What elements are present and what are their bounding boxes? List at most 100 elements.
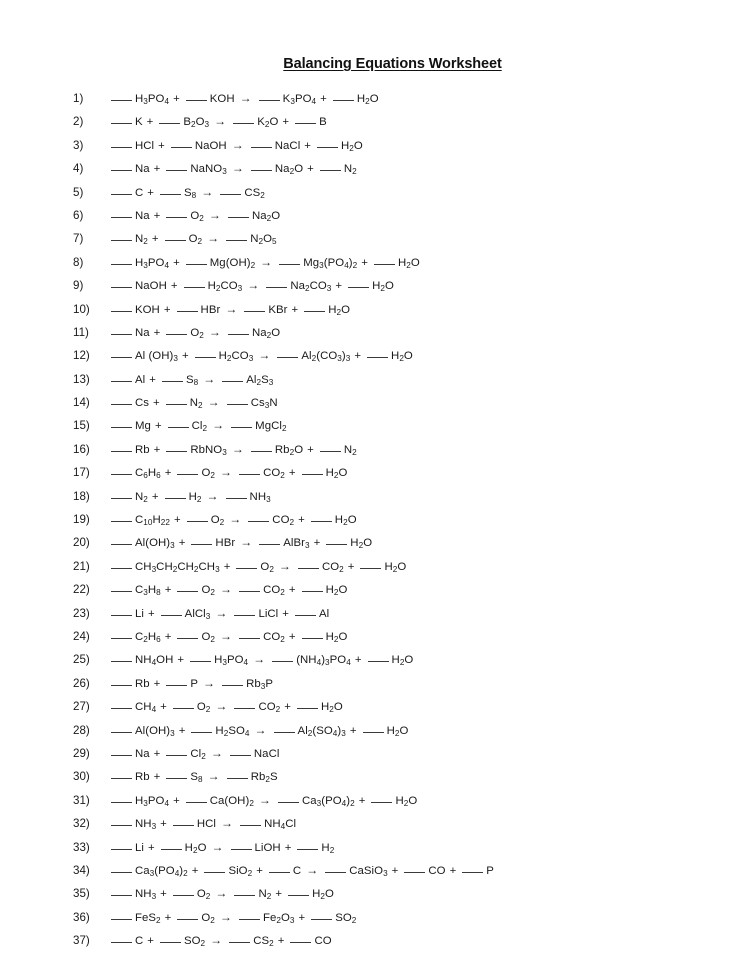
coefficient-blank[interactable]: [111, 193, 132, 195]
coefficient-blank[interactable]: [111, 661, 132, 663]
coefficient-blank[interactable]: [191, 544, 213, 546]
coefficient-blank[interactable]: [176, 310, 198, 312]
coefficient-blank[interactable]: [172, 708, 194, 710]
coefficient-blank[interactable]: [111, 123, 132, 125]
coefficient-blank[interactable]: [367, 357, 389, 359]
coefficient-blank[interactable]: [371, 801, 393, 803]
coefficient-blank[interactable]: [165, 404, 187, 406]
coefficient-blank[interactable]: [234, 614, 256, 616]
coefficient-blank[interactable]: [229, 754, 251, 756]
coefficient-blank[interactable]: [111, 357, 132, 359]
coefficient-blank[interactable]: [111, 591, 132, 593]
coefficient-blank[interactable]: [160, 614, 182, 616]
coefficient-blank[interactable]: [239, 591, 261, 593]
coefficient-blank[interactable]: [185, 263, 207, 265]
coefficient-blank[interactable]: [290, 942, 312, 944]
coefficient-blank[interactable]: [227, 333, 249, 335]
coefficient-blank[interactable]: [111, 497, 132, 499]
coefficient-blank[interactable]: [111, 310, 132, 312]
coefficient-blank[interactable]: [301, 474, 323, 476]
coefficient-blank[interactable]: [277, 357, 299, 359]
coefficient-blank[interactable]: [234, 708, 256, 710]
coefficient-blank[interactable]: [296, 708, 318, 710]
coefficient-blank[interactable]: [273, 731, 295, 733]
coefficient-blank[interactable]: [304, 310, 326, 312]
coefficient-blank[interactable]: [404, 871, 426, 873]
coefficient-blank[interactable]: [111, 146, 132, 148]
coefficient-blank[interactable]: [348, 287, 370, 289]
coefficient-blank[interactable]: [268, 871, 290, 873]
coefficient-blank[interactable]: [279, 263, 301, 265]
coefficient-blank[interactable]: [310, 521, 332, 523]
coefficient-blank[interactable]: [301, 591, 323, 593]
coefficient-blank[interactable]: [319, 170, 341, 172]
coefficient-blank[interactable]: [259, 544, 281, 546]
coefficient-blank[interactable]: [236, 567, 258, 569]
coefficient-blank[interactable]: [325, 871, 347, 873]
coefficient-blank[interactable]: [185, 100, 207, 101]
coefficient-blank[interactable]: [166, 333, 188, 335]
coefficient-blank[interactable]: [226, 778, 248, 780]
coefficient-blank[interactable]: [234, 895, 256, 897]
coefficient-blank[interactable]: [111, 942, 132, 944]
coefficient-blank[interactable]: [297, 848, 319, 850]
coefficient-blank[interactable]: [111, 427, 132, 429]
coefficient-blank[interactable]: [111, 170, 132, 172]
coefficient-blank[interactable]: [294, 614, 316, 616]
coefficient-blank[interactable]: [244, 310, 266, 312]
coefficient-blank[interactable]: [159, 193, 181, 195]
coefficient-blank[interactable]: [362, 731, 384, 733]
coefficient-blank[interactable]: [111, 521, 132, 523]
coefficient-blank[interactable]: [319, 450, 341, 452]
coefficient-blank[interactable]: [222, 380, 244, 382]
coefficient-blank[interactable]: [111, 216, 132, 218]
coefficient-blank[interactable]: [186, 521, 208, 523]
coefficient-blank[interactable]: [367, 661, 389, 663]
coefficient-blank[interactable]: [177, 474, 199, 476]
coefficient-blank[interactable]: [166, 684, 188, 686]
coefficient-blank[interactable]: [204, 871, 226, 873]
coefficient-blank[interactable]: [111, 544, 132, 546]
coefficient-blank[interactable]: [229, 942, 251, 944]
coefficient-blank[interactable]: [250, 170, 272, 172]
coefficient-blank[interactable]: [161, 380, 183, 382]
coefficient-blank[interactable]: [311, 918, 333, 920]
coefficient-blank[interactable]: [239, 474, 261, 476]
coefficient-blank[interactable]: [238, 918, 260, 920]
coefficient-blank[interactable]: [111, 778, 132, 780]
coefficient-blank[interactable]: [194, 357, 216, 359]
coefficient-blank[interactable]: [191, 731, 213, 733]
coefficient-blank[interactable]: [177, 637, 199, 639]
coefficient-blank[interactable]: [190, 661, 212, 663]
coefficient-blank[interactable]: [233, 123, 255, 125]
coefficient-blank[interactable]: [183, 287, 205, 289]
coefficient-blank[interactable]: [222, 684, 244, 686]
coefficient-blank[interactable]: [166, 778, 188, 780]
coefficient-blank[interactable]: [240, 825, 262, 827]
coefficient-blank[interactable]: [266, 287, 288, 289]
coefficient-blank[interactable]: [332, 100, 354, 101]
coefficient-blank[interactable]: [373, 263, 395, 265]
coefficient-blank[interactable]: [111, 100, 132, 101]
coefficient-blank[interactable]: [111, 287, 132, 289]
coefficient-blank[interactable]: [111, 450, 132, 452]
coefficient-blank[interactable]: [111, 263, 132, 265]
coefficient-blank[interactable]: [111, 614, 132, 616]
coefficient-blank[interactable]: [226, 240, 248, 242]
coefficient-blank[interactable]: [164, 240, 186, 242]
coefficient-blank[interactable]: [277, 801, 299, 803]
coefficient-blank[interactable]: [111, 404, 132, 406]
coefficient-blank[interactable]: [177, 591, 199, 593]
coefficient-blank[interactable]: [111, 684, 132, 686]
coefficient-blank[interactable]: [111, 754, 132, 756]
coefficient-blank[interactable]: [111, 825, 132, 827]
coefficient-blank[interactable]: [226, 404, 248, 406]
coefficient-blank[interactable]: [360, 567, 382, 569]
coefficient-blank[interactable]: [177, 918, 199, 920]
coefficient-blank[interactable]: [170, 146, 192, 148]
coefficient-blank[interactable]: [111, 801, 132, 803]
coefficient-blank[interactable]: [166, 754, 188, 756]
coefficient-blank[interactable]: [167, 427, 189, 429]
coefficient-blank[interactable]: [220, 193, 242, 195]
coefficient-blank[interactable]: [227, 216, 249, 218]
